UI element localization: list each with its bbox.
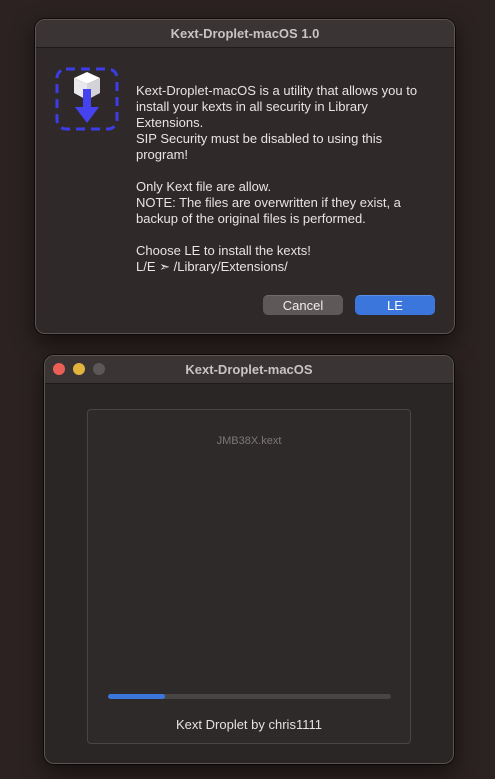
minimize-window-button[interactable] xyxy=(73,363,85,375)
message-line: Kext-Droplet-macOS is a utility that all… xyxy=(136,83,418,98)
message-line: install your kexts in all security in Li… xyxy=(136,99,368,114)
zoom-window-button[interactable] xyxy=(93,363,105,375)
message-line: Extensions. xyxy=(136,115,204,130)
progress-fill xyxy=(108,694,165,699)
progress-bar xyxy=(108,694,391,699)
window-titlebar[interactable]: Kext-Droplet-macOS xyxy=(45,356,453,384)
window-title: Kext-Droplet-macOS xyxy=(185,362,313,377)
close-window-button[interactable] xyxy=(53,363,65,375)
current-file-name: JMB38X.kext xyxy=(216,435,282,447)
cancel-button[interactable]: Cancel xyxy=(263,295,343,315)
le-button[interactable]: LE xyxy=(355,295,435,315)
message-line: Only Kext file are allow. xyxy=(136,179,272,194)
message-line: SIP Security must be disabled to using t… xyxy=(136,131,383,146)
kext-droplet-install-icon xyxy=(55,67,119,131)
message-line: L/E ➣ /Library/Extensions/ xyxy=(136,259,288,274)
dialog-message: Kext-Droplet-macOS is a utility that all… xyxy=(136,83,441,275)
droplet-window: Kext-Droplet-macOS JMB38X.kext Kext Drop… xyxy=(44,355,454,764)
message-line: program! xyxy=(136,147,189,162)
dialog-title: Kext-Droplet-macOS 1.0 xyxy=(170,26,320,41)
drop-area[interactable]: JMB38X.kext Kext Droplet by chris1111 xyxy=(87,409,411,744)
about-dialog: Kext-Droplet-macOS 1.0 Kext-Droplet-macO… xyxy=(35,19,455,334)
credit-label: Kext Droplet by chris1111 xyxy=(176,717,322,732)
message-line: NOTE: The files are overwritten if they … xyxy=(136,195,401,210)
message-line: backup of the original files is performe… xyxy=(136,211,366,226)
dialog-titlebar[interactable]: Kext-Droplet-macOS 1.0 xyxy=(36,20,454,48)
message-line: Choose LE to install the kexts! xyxy=(136,243,311,258)
